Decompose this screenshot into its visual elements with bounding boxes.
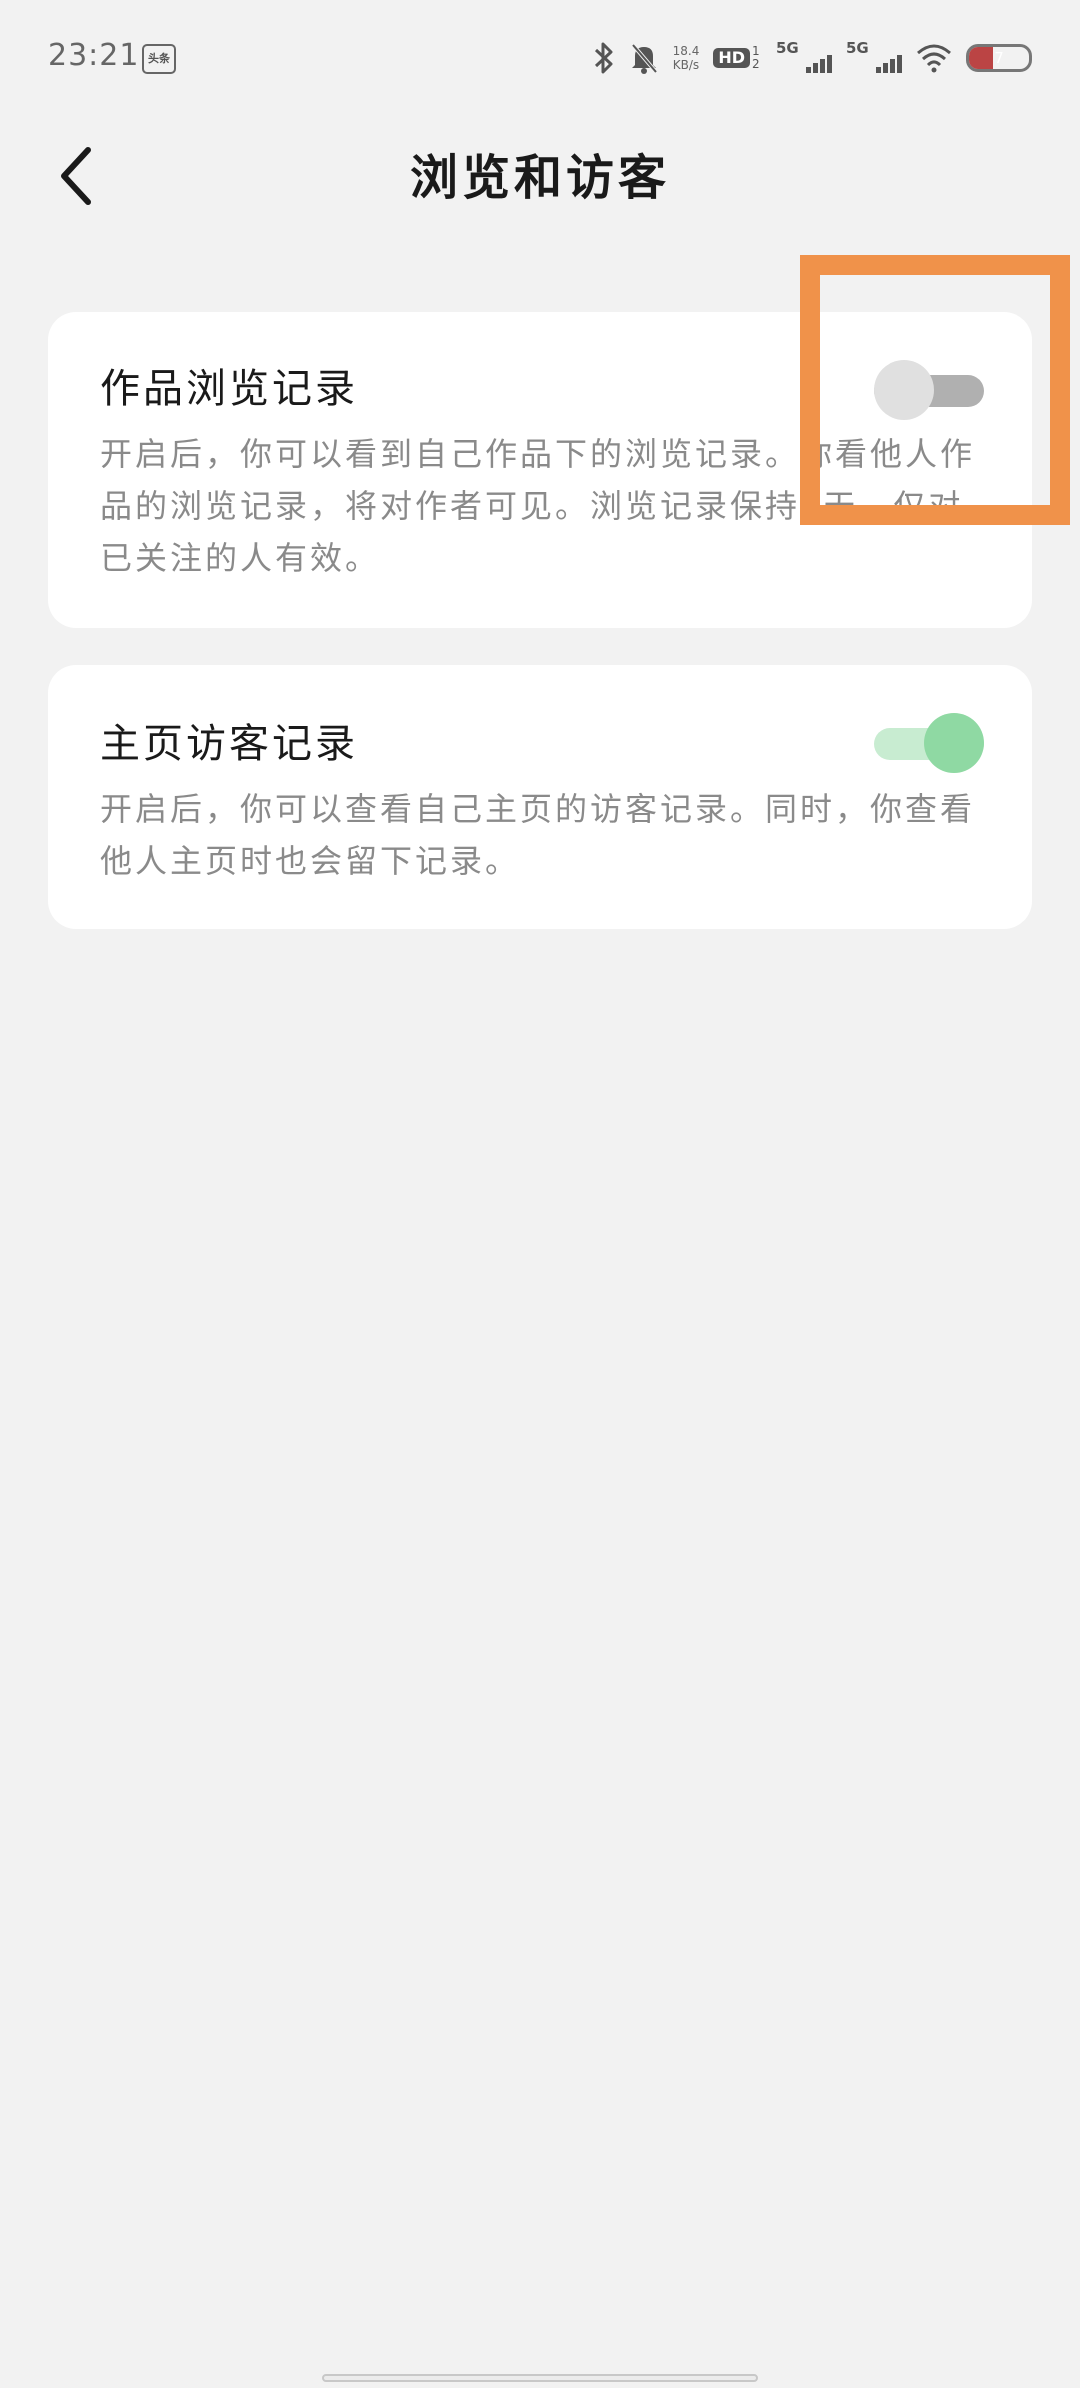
status-icons: 18.4 KB/s HD 1 2 5G 5G 7	[593, 38, 1032, 78]
setting-card-visitor-records: 主页访客记录 开启后，你可以查看自己主页的访客记录。同时，你查看他人主页时也会留…	[48, 665, 1032, 929]
network-speed: 18.4 KB/s	[673, 44, 700, 72]
bell-off-icon	[629, 41, 659, 75]
hd-badge: HD	[713, 48, 750, 68]
toggle-knob	[924, 713, 984, 773]
signal-sim1-label: 5G	[776, 39, 799, 57]
setting-title-visitor-records: 主页访客记录	[100, 721, 358, 767]
signal-sim1: 5G	[776, 39, 832, 73]
home-indicator[interactable]	[322, 2374, 758, 2382]
hd-voice-indicator: HD 1 2	[713, 45, 762, 71]
battery-icon: 7	[966, 44, 1032, 72]
setting-title-browse-records: 作品浏览记录	[100, 366, 358, 412]
battery-level: 7	[994, 49, 1004, 67]
status-bar: 23:21 头条 18.4 KB/s HD 1 2 5G 5G 7	[0, 0, 1080, 116]
browse-records-toggle[interactable]	[874, 360, 984, 420]
toggle-knob	[874, 360, 934, 420]
status-time: 23:21	[48, 38, 140, 73]
page-header: 浏览和访客	[0, 116, 1080, 236]
network-speed-value: 18.4	[672, 44, 700, 58]
bluetooth-icon	[593, 41, 615, 75]
wifi-icon	[916, 43, 952, 73]
setting-description-visitor-records: 开启后，你可以查看自己主页的访客记录。同时，你查看他人主页时也会留下记录。	[100, 790, 976, 880]
page-title: 浏览和访客	[409, 150, 670, 206]
setting-card-browse-records: 作品浏览记录 开启后，你可以看到自己作品下的浏览记录。你看他人作品的浏览记录，将…	[48, 312, 1032, 628]
setting-description-browse-records: 开启后，你可以看到自己作品下的浏览记录。你看他人作品的浏览记录，将对作者可见。浏…	[100, 435, 976, 577]
signal-sim2-label: 5G	[846, 39, 869, 57]
network-speed-unit: KB/s	[672, 58, 700, 72]
visitor-records-toggle[interactable]	[874, 713, 984, 773]
hd-sim-label: 1 2	[752, 44, 760, 71]
signal-sim2: 5G	[846, 39, 902, 73]
toutiao-app-icon: 头条	[142, 44, 176, 74]
